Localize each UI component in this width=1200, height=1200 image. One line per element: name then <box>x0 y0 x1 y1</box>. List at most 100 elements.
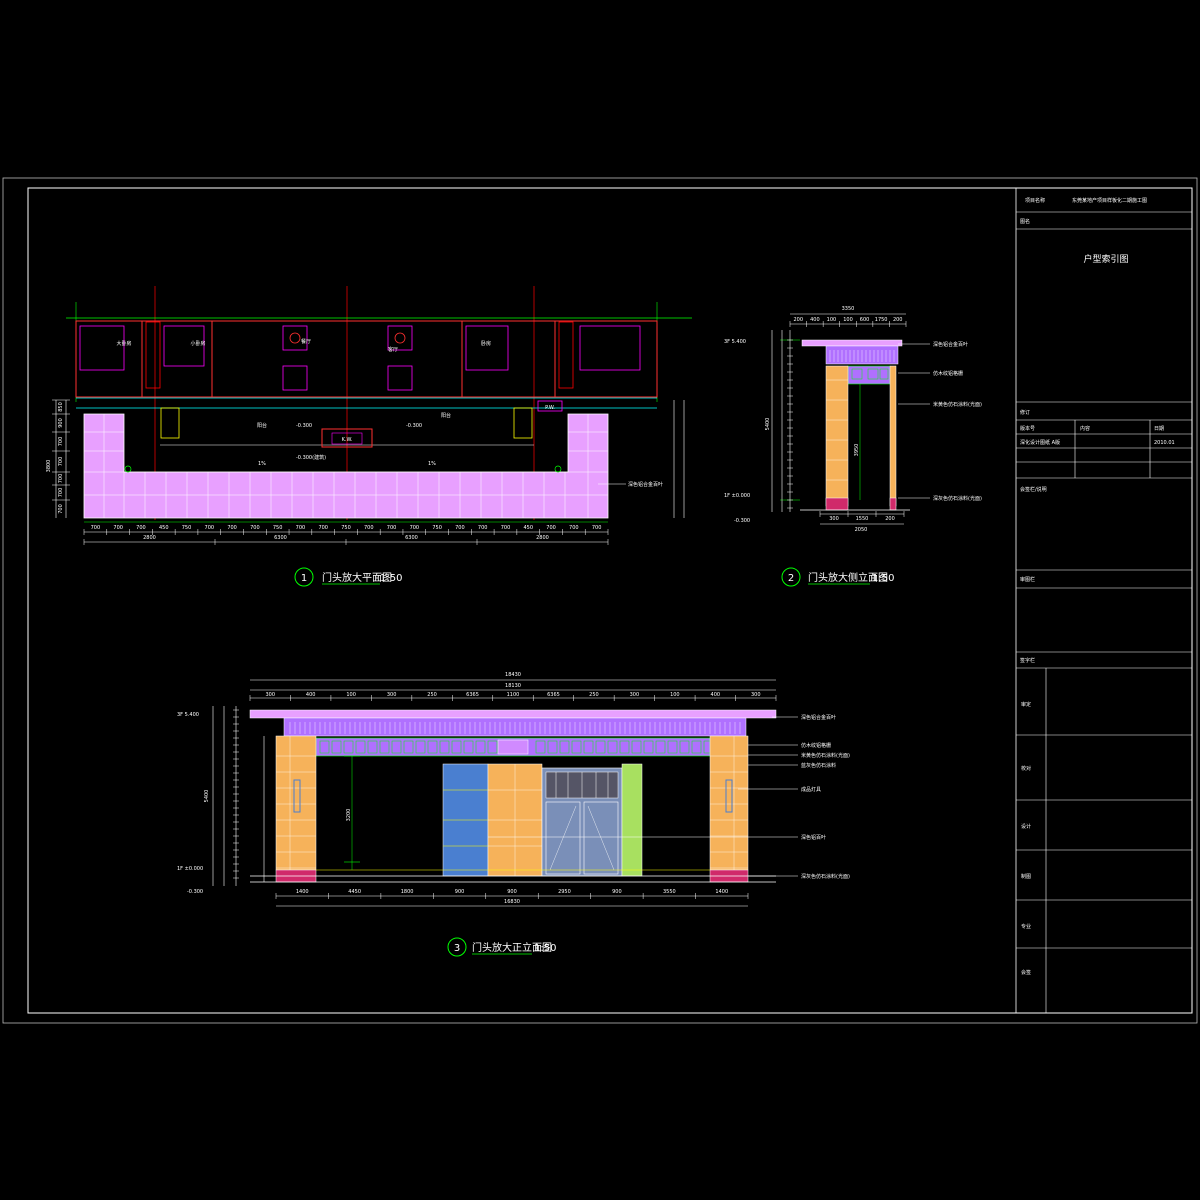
front-level-sub: -0.300 <box>187 889 203 895</box>
front-note: 蓝灰色仿石涂料 <box>801 762 836 769</box>
stamp-label: 审图栏 <box>1020 576 1035 583</box>
plan-note: 深色铝合金百叶 <box>628 481 663 488</box>
side-dim-bottom: 300 <box>829 516 839 522</box>
notes-label: 会签栏/说明 <box>1020 486 1047 493</box>
front-note: 深色铝合金百叶 <box>801 714 836 721</box>
side-number: 2 <box>788 573 794 584</box>
plan-dim-bottom: 450 <box>523 525 533 531</box>
plan-scale: 1:50 <box>380 573 402 584</box>
front-number: 3 <box>454 943 460 954</box>
plan-dim-bottom: 700 <box>501 525 511 531</box>
plan-dim-bottom: 700 <box>318 525 328 531</box>
plan-level-3: -0.300(建筑) <box>296 454 326 461</box>
room-bedroom: 卧房 <box>481 340 491 347</box>
room-balcony-right: 阳台 <box>441 412 451 419</box>
side-note: 深灰色仿石涂料(光面) <box>933 495 982 502</box>
revision-label: 修订 <box>1020 409 1030 416</box>
plan-dim-bottom: 700 <box>136 525 146 531</box>
plan-dim-bottom: 700 <box>296 525 306 531</box>
front-dim-bottom: 1400 <box>296 889 309 895</box>
front-dim-top: 300 <box>265 692 275 698</box>
side-dim-top: 100 <box>827 317 837 323</box>
plan-slope-right: 1% <box>428 461 436 467</box>
side-elevation: 3350 200 400 100 100 600 1750 200 5400 3950 3F… <box>724 306 982 587</box>
plan-dim-bottom: 700 <box>91 525 101 531</box>
project-label: 项目名称 <box>1025 197 1045 204</box>
plan-dim-bottom: 700 <box>227 525 237 531</box>
plan-dim-left: 700 <box>58 488 64 498</box>
side-dim-top: 200 <box>794 317 804 323</box>
front-dim-bottom: 900 <box>612 889 622 895</box>
front-note: 成品灯具 <box>801 786 821 793</box>
front-dim-top: 100 <box>346 692 356 698</box>
role-4: 专业 <box>1021 923 1031 930</box>
plan-dim-bottom: 700 <box>205 525 215 531</box>
front-note: 米黄色仿石涂料(光面) <box>801 752 850 759</box>
side-top-total: 3350 <box>842 306 855 312</box>
role-5: 会签 <box>1021 969 1031 976</box>
side-left-total: 5400 <box>765 418 771 431</box>
col-version: 版本号 <box>1020 425 1035 432</box>
front-top-mid: 18130 <box>505 683 521 689</box>
plan-dim-total: 2800 <box>536 535 549 541</box>
side-pillar <box>825 365 849 507</box>
plan-dim-left: 700 <box>58 504 64 514</box>
plan-dim-bottom: 700 <box>410 525 420 531</box>
front-elevation: 18430 18130 300 400 100 300 250 6365 1100 6365 2… <box>177 672 850 957</box>
side-mid-dim: 3950 <box>854 444 860 457</box>
drawing-sheet: 项目名称 东莞某地产项目样板化二期施工图 图名 户型索引图 修订 版本号 内容 … <box>2 177 1198 1024</box>
plan-dim-bottom: 750 <box>273 525 283 531</box>
side-dim-top: 400 <box>810 317 820 323</box>
plan-slope-left: 1% <box>258 461 266 467</box>
side-note: 米黄色仿石涂料(光面) <box>933 401 982 408</box>
col-date: 日期 <box>1154 426 1164 432</box>
project-name: 东莞某地产项目样板化二期施工图 <box>1072 197 1147 204</box>
front-note: 深色铝百叶 <box>801 834 826 841</box>
front-dim-top: 400 <box>306 692 316 698</box>
role-3: 制图 <box>1021 873 1031 880</box>
side-scale: 1:50 <box>872 573 894 584</box>
front-dim-top: 300 <box>630 692 640 698</box>
side-level-sub: -0.300 <box>734 518 750 524</box>
drawing-name: 户型索引图 <box>1083 253 1128 265</box>
front-dim-bottom: 900 <box>507 889 517 895</box>
plan-left-total: 3800 <box>46 460 52 473</box>
col-content: 内容 <box>1080 425 1090 432</box>
front-dim-top: 1100 <box>507 692 520 698</box>
front-note: 仿木纹铝格栅 <box>801 742 831 749</box>
front-level-ground: 1F ±0.000 <box>177 866 203 872</box>
plan-dim-bottom: 700 <box>364 525 374 531</box>
front-bottom-total: 16830 <box>504 899 520 905</box>
plan-dim-bottom: 750 <box>341 525 351 531</box>
role-1: 校对 <box>1021 765 1031 772</box>
plan-dim-bottom: 700 <box>250 525 260 531</box>
room-small-bedroom: 小卧房 <box>190 340 205 347</box>
role-0: 审定 <box>1021 701 1031 708</box>
plan-dim-bottom: 700 <box>569 525 579 531</box>
front-left-total: 5400 <box>204 790 210 803</box>
plan-dim-bottom: 700 <box>387 525 397 531</box>
front-dim-bottom: 4450 <box>348 889 361 895</box>
side-bottom-total: 2050 <box>855 527 868 533</box>
front-top-total: 18430 <box>505 672 521 678</box>
plan-number: 1 <box>301 573 307 584</box>
plan-dim-left: 900 <box>58 418 64 428</box>
plan-drawing: K.W. P.W. 大卧房 小卧房 餐厅 客厅 卧房 阳台 阳台 -0.300 … <box>46 286 692 587</box>
plan-dim-bottom: 700 <box>592 525 602 531</box>
side-dim-bottom: 1550 <box>856 516 869 522</box>
side-dim-top: 200 <box>893 317 903 323</box>
front-note: 深灰色仿石涂料(光面) <box>801 873 850 880</box>
plan-dim-total: 6300 <box>274 535 287 541</box>
front-dim-top: 400 <box>711 692 721 698</box>
approver-label: 签字栏 <box>1020 657 1035 664</box>
plan-dim-bottom: 450 <box>159 525 169 531</box>
plan-dim-bottom: 750 <box>182 525 192 531</box>
front-dim-bottom: 3550 <box>663 889 676 895</box>
room-living: 客厅 <box>388 346 398 353</box>
side-dim-top: 600 <box>860 317 870 323</box>
plan-pw-label: P.W. <box>545 405 555 411</box>
drawing-name-label: 图名 <box>1020 218 1030 225</box>
side-level-ground: 1F ±0.000 <box>724 493 750 499</box>
front-dim-top: 250 <box>589 692 599 698</box>
plan-level-2: -0.300 <box>406 423 422 429</box>
